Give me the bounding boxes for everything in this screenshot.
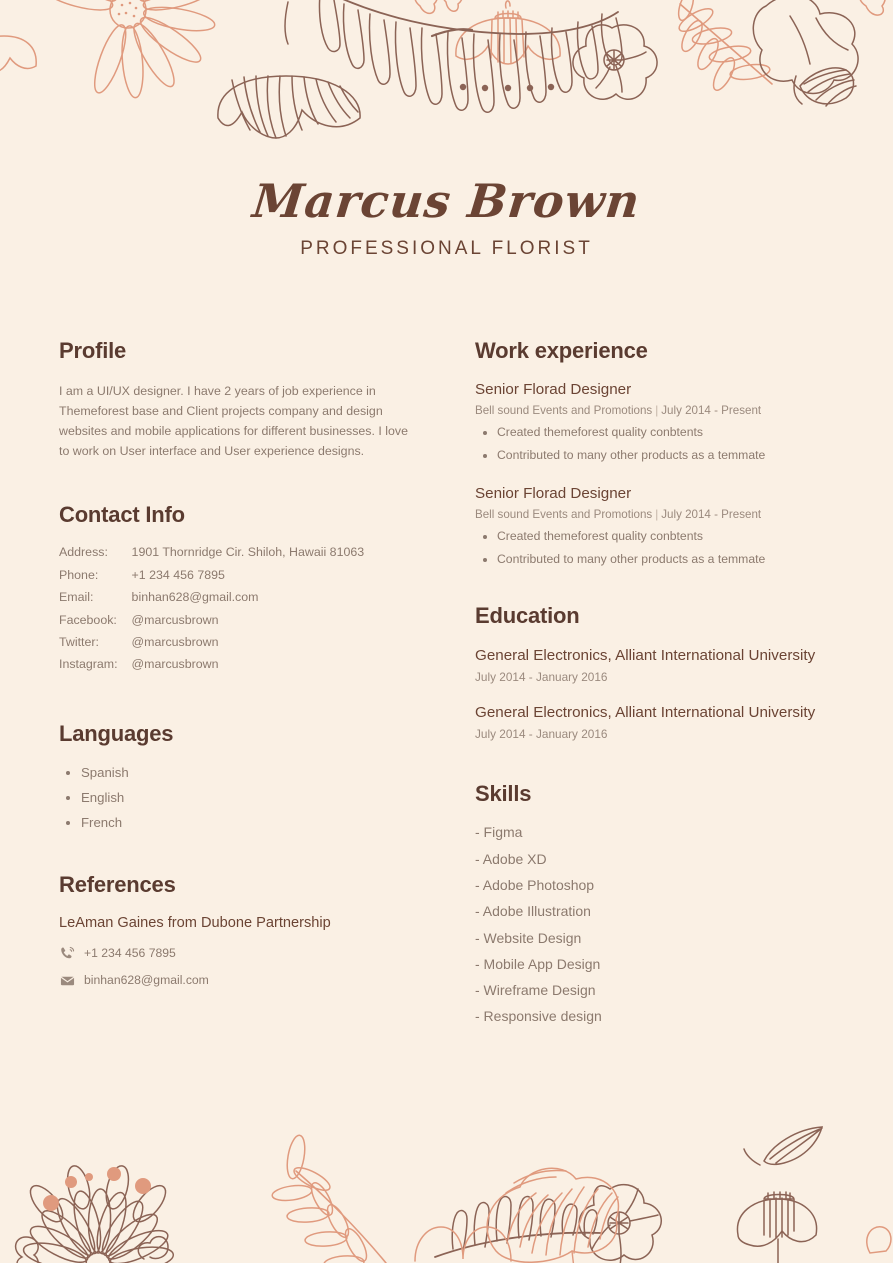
languages-list: Spanish English French <box>59 764 409 831</box>
reference-email-row: binhan628@gmail.com <box>59 972 409 988</box>
job-separator: | <box>655 404 659 417</box>
job-company: Bell sound Events and Promotions <box>475 404 653 417</box>
contact-label: Instagram: <box>59 657 118 672</box>
job-meta: Bell sound Events and Promotions | July 20… <box>475 404 835 417</box>
references-section: References LeAman Gaines from Dubone Par… <box>59 872 409 988</box>
skills-list: - Figma - Adobe XD - Adobe Photoshop - Adob… <box>475 824 835 1025</box>
skills-section: Skills - Figma - Adobe XD - Adobe Photosho… <box>475 781 835 1025</box>
phone-icon <box>59 945 75 961</box>
job-company: Bell sound Events and Promotions <box>475 507 653 521</box>
contact-row: Email: binhan628@gmail.com <box>59 590 364 612</box>
job-bullet-list: Created themeforest quality conbtents Con… <box>475 425 835 464</box>
work-experience-section: Work experience Senior Florad Designer Be… <box>475 338 835 567</box>
contact-value[interactable]: @marcusbrown <box>132 635 365 657</box>
references-heading: References <box>59 872 176 898</box>
work-experience-heading: Work experience <box>475 338 648 363</box>
language-item: French <box>81 814 409 831</box>
envelope-icon <box>59 972 75 988</box>
language-item: English <box>81 789 409 806</box>
job-meta: Bell sound Events and Promotions | July 20… <box>475 508 835 521</box>
skill-item: - Adobe XD <box>475 850 547 867</box>
candidate-role: PROFESSIONAL FLORIST <box>300 238 593 259</box>
contact-row: Facebook: @marcusbrown <box>59 613 364 635</box>
contact-value[interactable]: +1 234 456 7895 <box>132 568 365 590</box>
skill-item: - Responsive design <box>475 1008 602 1025</box>
left-column: Profile I am a UI/UX designer. I have 2 … <box>59 338 409 1029</box>
job-entry: Senior Florad Designer Bell sound Events … <box>475 381 835 464</box>
language-item: Spanish <box>81 764 409 781</box>
contact-heading: Contact Info <box>59 502 185 528</box>
skill-item: - Wireframe Design <box>475 982 596 999</box>
contact-row: Address: 1901 Thornridge Cir. Shiloh, Haw… <box>59 545 364 567</box>
skill-item: - Adobe Photoshop <box>475 876 595 893</box>
education-heading: Education <box>475 603 580 629</box>
contact-rows: Address: 1901 Thornridge Cir. Shiloh, Haw… <box>59 545 364 679</box>
job-bullet: Contributed to many other products as a … <box>497 448 835 464</box>
contact-section: Contact Info Address: 1901 Thornridge Cir… <box>59 502 409 679</box>
right-column: Work experience Senior Florad Designer Be… <box>475 338 835 1035</box>
job-bullet: Contributed to many other products as a … <box>497 552 835 568</box>
education-school: General Electronics, Alliant Internation… <box>475 704 816 722</box>
skill-item: - Website Design <box>475 929 582 946</box>
contact-row: Phone: +1 234 456 7895 <box>59 568 364 590</box>
job-title: Senior Florad Designer <box>475 381 632 398</box>
job-title: Senior Florad Designer <box>475 484 632 502</box>
reference-email: binhan628@gmail.com <box>84 973 209 988</box>
profile-heading: Profile <box>59 338 127 363</box>
contact-label: Email: <box>59 590 94 605</box>
contact-label: Phone: <box>59 567 99 582</box>
floral-border-top-decoration <box>0 0 893 140</box>
job-bullet: Created themeforest quality conbtents <box>497 529 835 545</box>
job-entry: Senior Florad Designer Bell sound Events … <box>475 485 835 568</box>
profile-section: Profile I am a UI/UX designer. I have 2 … <box>59 338 409 461</box>
floral-border-bottom-decoration <box>0 1113 893 1263</box>
reference-phone: +1 234 456 7895 <box>84 946 176 961</box>
job-dates: July 2014 - Present <box>661 404 762 417</box>
contact-label: Facebook: <box>59 612 117 627</box>
education-entry: General Electronics, Alliant Internation… <box>475 646 835 684</box>
education-container: General Electronics, Alliant Internation… <box>475 646 835 741</box>
skill-item: - Mobile App Design <box>475 955 601 972</box>
contact-row: Twitter: @marcusbrown <box>59 635 364 657</box>
skill-item: - Adobe Illustration <box>475 903 591 920</box>
job-dates: July 2014 - Present <box>661 507 762 521</box>
resume-body: Profile I am a UI/UX designer. I have 2 … <box>0 338 893 1128</box>
contact-value[interactable]: @marcusbrown <box>132 613 365 635</box>
languages-section: Languages Spanish English French <box>59 721 409 831</box>
education-school: General Electronics, Alliant Internation… <box>475 647 816 665</box>
contact-value[interactable]: binhan628@gmail.com <box>132 590 365 612</box>
resume-header: Marcus Brown PROFESSIONAL FLORIST <box>0 174 893 260</box>
contact-row: Instagram: @marcusbrown <box>59 657 364 679</box>
profile-text: I am a UI/UX designer. I have 2 years of… <box>59 384 408 459</box>
education-entry: General Electronics, Alliant Internation… <box>475 703 835 741</box>
education-dates: July 2014 - January 2016 <box>475 670 608 685</box>
reference-name: LeAman Gaines from Dubone Partnership <box>59 915 331 932</box>
job-bullet: Created themeforest quality conbtents <box>497 425 835 441</box>
candidate-name: Marcus Brown <box>250 174 643 228</box>
skill-item: - Figma <box>475 824 523 841</box>
contact-table: Address: 1901 Thornridge Cir. Shiloh, Haw… <box>59 545 364 679</box>
job-bullet-list: Created themeforest quality conbtents Con… <box>475 529 835 568</box>
skills-heading: Skills <box>475 781 532 807</box>
contact-value[interactable]: 1901 Thornridge Cir. Shiloh, Hawaii 8106… <box>132 545 365 567</box>
contact-label: Twitter: <box>59 634 99 649</box>
education-section: Education General Electronics, Alliant I… <box>475 603 835 741</box>
resume-page: Marcus Brown PROFESSIONAL FLORIST Profil… <box>0 0 893 1263</box>
job-separator: | <box>655 507 659 521</box>
reference-phone-row: +1 234 456 7895 <box>59 945 409 961</box>
education-dates: July 2014 - January 2016 <box>475 727 608 742</box>
work-jobs-container: Senior Florad Designer Bell sound Events … <box>475 381 835 567</box>
contact-value[interactable]: @marcusbrown <box>132 657 365 679</box>
languages-heading: Languages <box>59 720 174 746</box>
contact-label: Address: <box>59 545 108 560</box>
